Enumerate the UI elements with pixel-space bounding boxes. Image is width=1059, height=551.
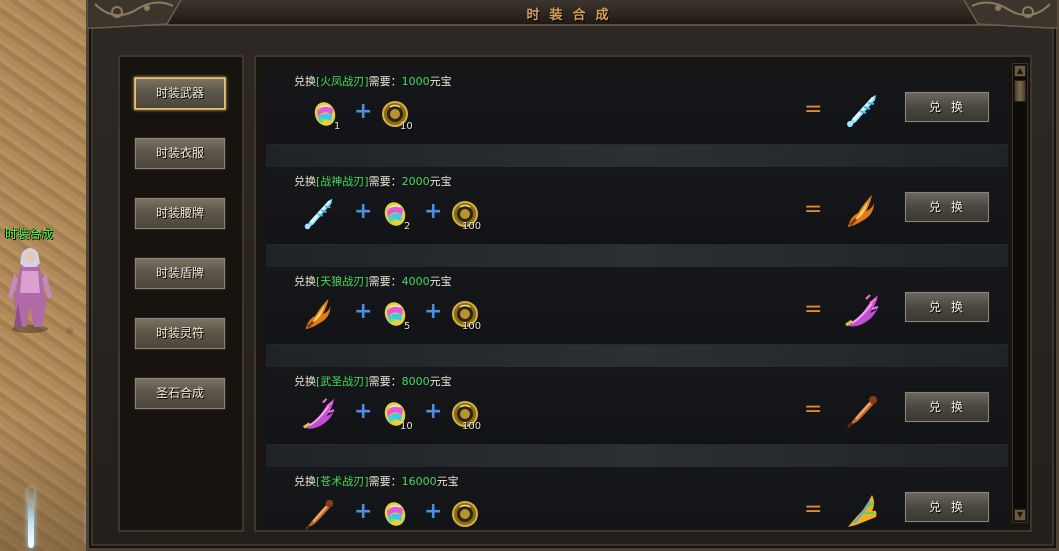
plus-icon: + — [424, 499, 443, 524]
equals-icon: = — [804, 97, 823, 122]
sidebar-item-fashion-waist-badge[interactable]: 时装腰牌 — [134, 197, 226, 230]
category-sidebar: 时装武器 时装衣服 时装腰牌 时装盾牌 时装灵符 圣石合成 — [118, 55, 244, 532]
flame-blade-icon[interactable] — [300, 295, 338, 333]
equals-icon: = — [804, 297, 823, 322]
ingredient-count: 100 — [462, 421, 482, 432]
recipe-cost: 2000 — [401, 175, 430, 188]
recipe-item-name: [战神战刃] — [316, 175, 369, 188]
ice-blade-icon[interactable] — [300, 195, 338, 233]
recipe-item-name: [武圣战刃] — [316, 375, 369, 388]
rainbow-gem-icon[interactable] — [380, 499, 410, 529]
recipe-label: 兑换[战神战刃]需要：2000元宝 — [294, 175, 452, 188]
ice-blade-icon[interactable] — [842, 91, 882, 131]
ingredient-count: 5 — [404, 321, 411, 332]
plus-icon: + — [424, 399, 443, 424]
recipe-cost: 4000 — [401, 275, 430, 288]
ingredient-count: 10 — [400, 121, 413, 132]
recipe-cost: 8000 — [401, 375, 430, 388]
sidebar-item-holy-stone-synthesis[interactable]: 圣石合成 — [134, 377, 226, 410]
equals-icon: = — [804, 197, 823, 222]
recipe-label: 兑换[天狼战刃]需要：4000元宝 — [294, 275, 452, 288]
recipe-label: 兑换[苍术战刃]需要：16000元宝 — [294, 475, 459, 488]
recipe-item-name: [苍术战刃] — [316, 475, 369, 488]
recipe-list: 兑换[火凤战刃]需要：1000元宝 1 + 10 = 兑换 兑换[战神战刃]需要… — [254, 55, 1032, 532]
plus-icon: + — [354, 299, 373, 324]
purple-blade-icon[interactable] — [300, 395, 338, 433]
bronze-blade-icon[interactable] — [300, 495, 338, 532]
sidebar-item-fashion-shield[interactable]: 时装盾牌 — [134, 257, 226, 290]
recipe-item-name: [火凤战刃] — [316, 75, 369, 88]
equals-icon: = — [804, 397, 823, 422]
scroll-thumb[interactable] — [1014, 80, 1026, 102]
exchange-button[interactable]: 兑换 — [904, 191, 990, 223]
plus-icon: + — [424, 199, 443, 224]
plus-icon: + — [354, 199, 373, 224]
recipe-label: 兑换[武圣战刃]需要：8000元宝 — [294, 375, 452, 388]
plus-icon: + — [424, 299, 443, 324]
sidebar-item-fashion-talisman[interactable]: 时装灵符 — [134, 317, 226, 350]
recipe-cost: 16000 — [401, 475, 437, 488]
purple-blade-icon[interactable] — [842, 291, 882, 331]
npc-name-label: 时装合成 — [5, 227, 54, 241]
window-title: 时装合成 — [526, 8, 619, 23]
recipe-row: 兑换[战神战刃]需要：2000元宝 + 2 + 100 = 兑换 — [266, 167, 1008, 245]
ingredient-count: 1 — [334, 121, 341, 132]
plus-icon: + — [354, 99, 373, 124]
scroll-down-arrow-icon[interactable]: ▼ — [1014, 509, 1026, 521]
exchange-button[interactable]: 兑换 — [904, 291, 990, 323]
plus-icon: + — [354, 499, 373, 524]
light-beam-effect — [28, 488, 34, 548]
recipe-row: 兑换[火凤战刃]需要：1000元宝 1 + 10 = 兑换 — [266, 67, 1008, 145]
ingredient-count: 2 — [404, 221, 411, 232]
recipe-cost: 1000 — [401, 75, 430, 88]
sidebar-item-fashion-weapon[interactable]: 时装武器 — [134, 77, 226, 110]
game-world-background: 时装合成 — [0, 0, 100, 551]
recipe-item-name: [天狼战刃] — [316, 275, 369, 288]
ornament-corner-icon — [963, 0, 1058, 29]
ground-shadow — [0, 420, 100, 551]
recipe-row: 兑换[天狼战刃]需要：4000元宝 + 5 + 100 = 兑换 — [266, 267, 1008, 345]
exchange-button[interactable]: 兑换 — [904, 491, 990, 523]
window-titlebar[interactable]: 时装合成 — [87, 0, 1058, 29]
plus-icon: + — [354, 399, 373, 424]
recipe-row: 兑换[武圣战刃]需要：8000元宝 + 10 + 100 = 兑换 — [266, 367, 1008, 445]
npc-character[interactable] — [8, 243, 53, 333]
ingredient-count: 100 — [462, 321, 482, 332]
row-divider — [266, 145, 1008, 167]
scroll-up-arrow-icon[interactable]: ▲ — [1014, 65, 1026, 77]
row-divider — [266, 345, 1008, 367]
equals-icon: = — [804, 497, 823, 522]
flame-blade-icon[interactable] — [842, 191, 882, 231]
row-divider — [266, 445, 1008, 467]
exchange-button[interactable]: 兑换 — [904, 91, 990, 123]
ingredient-count: 10 — [400, 421, 413, 432]
recipe-row: 兑换[苍术战刃]需要：16000元宝 + + = 兑换 — [266, 467, 1008, 532]
recipe-label: 兑换[火凤战刃]需要：1000元宝 — [294, 75, 452, 88]
ingredient-count: 100 — [462, 221, 482, 232]
exchange-button[interactable]: 兑换 — [904, 391, 990, 423]
sidebar-item-fashion-clothes[interactable]: 时装衣服 — [134, 137, 226, 170]
row-divider — [266, 245, 1008, 267]
bronze-blade-icon[interactable] — [842, 391, 882, 431]
recipe-list-scrollbar[interactable]: ▲ ▼ — [1012, 63, 1028, 523]
feather-blade-icon[interactable] — [842, 491, 882, 531]
gold-coin-icon[interactable] — [450, 499, 480, 529]
